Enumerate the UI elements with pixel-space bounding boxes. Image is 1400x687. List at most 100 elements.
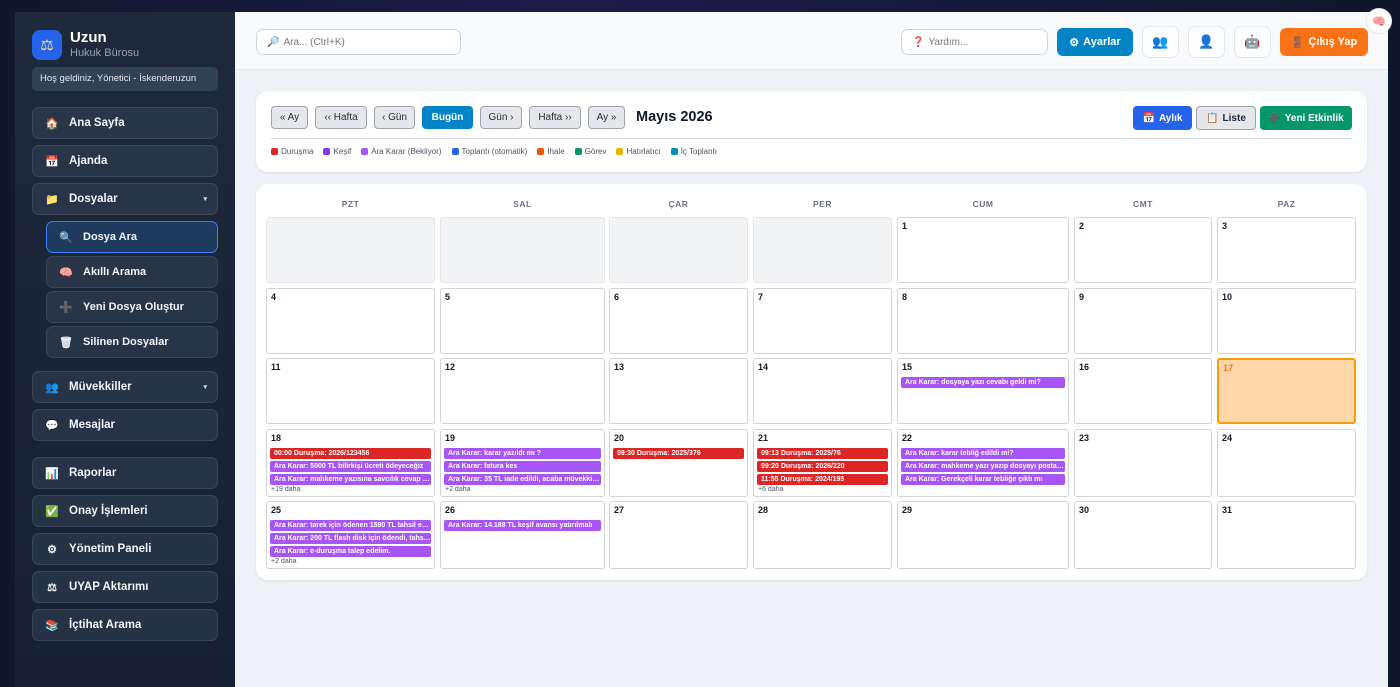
event-hearing[interactable]: 09:13 Duruşma: 2025/76 <box>757 448 888 459</box>
brand[interactable]: ⚖ Uzun Hukuk Bürosu <box>32 30 218 60</box>
settings-button[interactable]: ⚙ Ayarlar <box>1057 28 1133 56</box>
event-interim-decision[interactable]: Ara Karar: mahkeme yazısına savcılık cev… <box>270 474 431 485</box>
new-event-button[interactable]: ➕ Yeni Etkinlik <box>1260 106 1352 130</box>
calendar-day[interactable]: 18 00:00 Duruşma: 2026/123456 Ara Karar: 5… <box>266 429 435 497</box>
calendar-day[interactable]: 5 <box>440 288 605 354</box>
more-events-link[interactable]: +2 daha <box>444 486 601 493</box>
event-hearing[interactable]: 09:30 Duruşma: 2025/376 <box>613 448 744 459</box>
event-hearing[interactable]: 11:55 Duruşma: 2024/195 <box>757 474 888 485</box>
monthly-view-button[interactable]: 📅 Aylık <box>1133 106 1192 130</box>
calendar-day[interactable]: 21 09:13 Duruşma: 2025/76 09:20 Duruşma: 2… <box>753 429 892 497</box>
event-interim-decision[interactable]: Ara Karar: 5000 TL bilirkişi ücreti ödey… <box>270 461 431 472</box>
calendar-day[interactable]: 13 <box>609 358 748 424</box>
sidebar-item-onay-islemleri[interactable]: ✅ Onay İşlemleri <box>32 495 218 527</box>
event-hearing[interactable]: 09:20 Duruşma: 2026/220 <box>757 461 888 472</box>
sidebar-item-mesajlar[interactable]: 💬 Mesajlar <box>32 409 218 441</box>
sidebar-subitem-dosya-ara[interactable]: 🔍 Dosya Ara <box>46 221 218 253</box>
calendar-day[interactable]: 2 <box>1074 217 1212 283</box>
calendar-day-today[interactable]: 17 <box>1217 358 1356 424</box>
calendar-day[interactable]: 16 <box>1074 358 1212 424</box>
event-interim-decision[interactable]: Ara Karar: mahkeme yazı yazıp dosyayı po… <box>901 461 1065 472</box>
search-input[interactable] <box>283 36 434 48</box>
more-events-link[interactable]: +19 daha <box>270 486 431 493</box>
assistant-button[interactable]: 🤖 <box>1234 26 1271 58</box>
event-interim-decision[interactable]: Ara Karar: 14.188 TL keşif avansı yatırı… <box>444 520 601 531</box>
calendar-day[interactable]: 11 <box>266 358 435 424</box>
contacts-button[interactable]: 👥 <box>1142 26 1179 58</box>
calendar-day[interactable]: 20 09:30 Duruşma: 2025/376 <box>609 429 748 497</box>
sidebar-item-yonetim-paneli[interactable]: ⚙ Yönetim Paneli <box>32 533 218 565</box>
help-box[interactable]: ❓ <box>901 29 1048 55</box>
sidebar-subitem-akilli-arama-label: Akıllı Arama <box>83 266 147 278</box>
event-interim-decision[interactable]: Ara Karar: Gerekçeli karar tebliğe çıktı… <box>901 474 1065 485</box>
sidebar-item-ajanda[interactable]: 📅 Ajanda <box>32 145 218 177</box>
calendar-day[interactable]: 26 Ara Karar: 14.188 TL keşif avansı yatı… <box>440 501 605 569</box>
calendar-day[interactable]: 28 <box>753 501 892 569</box>
sidebar-item-uyap-aktarimi-label: UYAP Aktarımı <box>69 581 149 593</box>
sidebar-item-dosyalar[interactable]: 📁 Dosyalar ▾ <box>32 183 218 215</box>
sidebar-item-raporlar[interactable]: 📊 Raporlar <box>32 457 218 489</box>
search-box[interactable]: 🔎 <box>256 29 461 55</box>
help-input[interactable] <box>928 36 1039 48</box>
calendar-day[interactable]: 15 Ara Karar: dosyaya yazı cevabı geldi m… <box>897 358 1069 424</box>
search-icon: 🔎 <box>267 36 280 48</box>
event-interim-decision[interactable]: Ara Karar: karar tebliğ edildi mi? <box>901 448 1065 459</box>
calendar-day[interactable]: 6 <box>609 288 748 354</box>
day-number: 28 <box>758 505 769 515</box>
calendar-day[interactable]: 25 Ara Karar: tarek için ödenen 1590 TL t… <box>266 501 435 569</box>
event-interim-decision[interactable]: Ara Karar: karar yazıldı mı ? <box>444 448 601 459</box>
event-interim-decision[interactable]: Ara Karar: e-duruşma talep edelim. <box>270 546 431 557</box>
event-hearing[interactable]: 00:00 Duruşma: 2026/123456 <box>270 448 431 459</box>
sidebar-item-ictihat-arama[interactable]: 📚 İçtihat Arama <box>32 609 218 641</box>
calendar-day[interactable]: 19 Ara Karar: karar yazıldı mı ? Ara Karar… <box>440 429 605 497</box>
sidebar-nav: 🏠 Ana Sayfa 📅 Ajanda 📁 Dosyalar ▾ 🔍 Dosya Ara 🧠 Ak… <box>32 107 218 641</box>
legend-item: Keşif <box>323 147 351 156</box>
calendar-day[interactable]: 23 <box>1074 429 1212 497</box>
prev-month-button[interactable]: « Ay <box>271 106 308 129</box>
scales-icon: ⚖ <box>32 30 62 60</box>
next-week-button[interactable]: Hafta ›› <box>529 106 581 129</box>
calendar-day[interactable]: 29 <box>897 501 1069 569</box>
today-button[interactable]: Bugün <box>422 106 473 129</box>
day-number: 14 <box>758 362 769 372</box>
sidebar-item-ana-sayfa[interactable]: 🏠 Ana Sayfa <box>32 107 218 139</box>
event-interim-decision[interactable]: Ara Karar: tarek için ödenen 1590 TL tah… <box>270 520 431 531</box>
sidebar-subitem-akilli-arama[interactable]: 🧠 Akıllı Arama <box>46 256 218 288</box>
calendar-day[interactable]: 9 <box>1074 288 1212 354</box>
sidebar-subitem-silinen-dosyalar[interactable]: 🗑 Silinen Dosyalar <box>46 326 218 358</box>
event-interim-decision[interactable]: Ara Karar: fatura kes <box>444 461 601 472</box>
prev-day-button[interactable]: ‹ Gün <box>374 106 415 129</box>
sidebar-subitem-dosya-ara-label: Dosya Ara <box>83 231 138 243</box>
sidebar-subitem-yeni-dosya-olustur[interactable]: ➕ Yeni Dosya Oluştur <box>46 291 218 323</box>
sidebar-item-uyap-aktarimi[interactable]: ⚖ UYAP Aktarımı <box>32 571 218 603</box>
list-view-button[interactable]: 📋 Liste <box>1196 106 1256 130</box>
next-day-button[interactable]: Gün › <box>480 106 522 129</box>
calendar-day[interactable]: 4 <box>266 288 435 354</box>
calendar-day[interactable]: 24 <box>1217 429 1356 497</box>
sidebar-subitem-yeni-dosya-olustur-icon: ➕ <box>59 301 73 314</box>
calendar-day[interactable]: 1 <box>897 217 1069 283</box>
logout-button[interactable]: 🚪 Çıkış Yap <box>1280 28 1368 56</box>
more-events-link[interactable]: +6 daha <box>757 486 888 493</box>
event-interim-decision[interactable]: Ara Karar: 35 TL iade edildi, acaba müve… <box>444 474 601 485</box>
prev-week-button[interactable]: ‹‹ Hafta <box>315 106 367 129</box>
calendar-day[interactable]: 7 <box>753 288 892 354</box>
calendar-day[interactable]: 22 Ara Karar: karar tebliğ edildi mi? Ara … <box>897 429 1069 497</box>
legend-label: İhale <box>547 147 565 156</box>
brain-icon[interactable]: 🧠 <box>1366 8 1392 34</box>
more-events-link[interactable]: +2 daha <box>270 558 431 565</box>
sidebar-item-muvekkiller[interactable]: 👥 Müvekkiller ▾ <box>32 371 218 403</box>
calendar-day[interactable]: 14 <box>753 358 892 424</box>
event-interim-decision[interactable]: Ara Karar: 200 TL flash disk için ödendi… <box>270 533 431 544</box>
calendar-day[interactable]: 31 <box>1217 501 1356 569</box>
profile-button[interactable]: 👤 <box>1188 26 1225 58</box>
calendar-day[interactable]: 10 <box>1217 288 1356 354</box>
calendar-day[interactable]: 8 <box>897 288 1069 354</box>
calendar-day[interactable]: 27 <box>609 501 748 569</box>
next-month-button[interactable]: Ay » <box>588 106 625 129</box>
event-interim-decision[interactable]: Ara Karar: dosyaya yazı cevabı geldi mi? <box>901 377 1065 388</box>
day-number: 4 <box>271 292 277 302</box>
calendar-day[interactable]: 3 <box>1217 217 1356 283</box>
calendar-day[interactable]: 12 <box>440 358 605 424</box>
calendar-day[interactable]: 30 <box>1074 501 1212 569</box>
